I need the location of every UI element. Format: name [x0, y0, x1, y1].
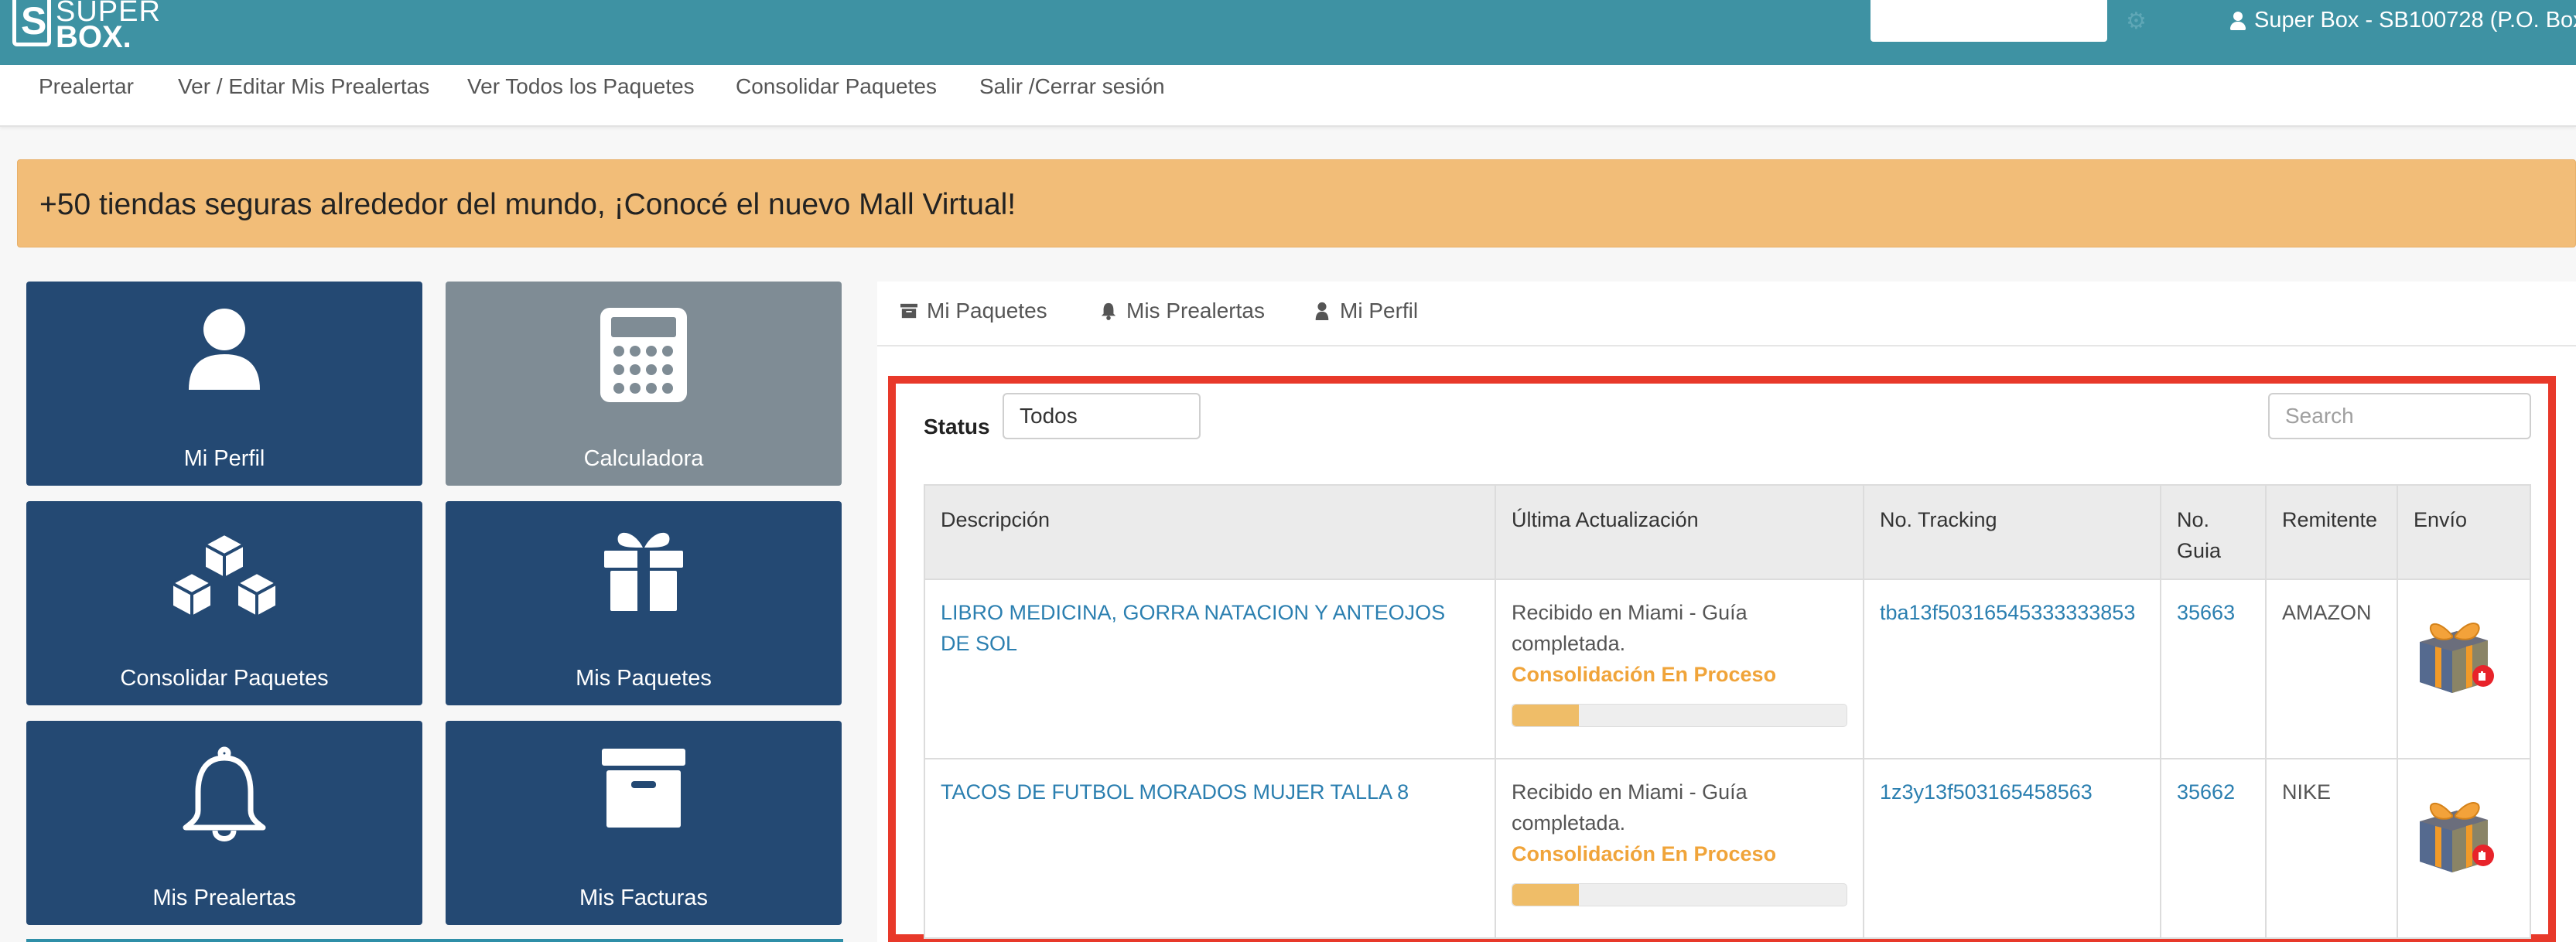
nav-todos-paquetes[interactable]: Ver Todos los Paquetes: [467, 74, 695, 99]
superbox-logo[interactable]: S SUPER BOX.: [12, 0, 160, 54]
calculator-icon: [600, 308, 687, 402]
tile-mis-facturas[interactable]: Mis Facturas: [446, 721, 842, 925]
tab-label: Mi Paquetes: [927, 299, 1047, 323]
col-guia[interactable]: No. Guia: [2160, 484, 2267, 580]
bell-icon: [183, 746, 266, 841]
progress-fill: [1512, 705, 1580, 726]
table-row: TACOS DE FUTBOL MORADOS MUJER TALLA 8 Re…: [924, 758, 2531, 939]
remitente-text: NIKE: [2282, 780, 2332, 804]
tile-label: Consolidar Paquetes: [120, 666, 329, 691]
status-text: Consolidación En Proceso: [1512, 663, 1777, 686]
package-description-link[interactable]: LIBRO MEDICINA, GORRA NATACION Y ANTEOJO…: [941, 601, 1445, 655]
package-description-link[interactable]: TACOS DE FUTBOL MORADOS MUJER TALLA 8: [941, 780, 1409, 804]
remitente-text: AMAZON: [2282, 601, 2372, 624]
col-ultima-actualizacion[interactable]: Última Actualización: [1495, 484, 1864, 580]
user-account-label: Super Box - SB100728 (P.O. Box): [2254, 8, 2576, 32]
tab-mi-paquetes[interactable]: Mi Paquetes: [900, 299, 1047, 323]
nav-cerrar-sesion[interactable]: Salir /Cerrar sesión: [979, 74, 1165, 99]
update-text: Recibido en Miami - Guía completada.: [1512, 601, 1748, 655]
packages-table: Descripción Última Actualización No. Tra…: [924, 484, 2531, 939]
table-header-row: Descripción Última Actualización No. Tra…: [924, 484, 2531, 580]
header-search-input[interactable]: [1871, 0, 2107, 42]
guia-link[interactable]: 35662: [2177, 780, 2235, 804]
tile-label: Mis Paquetes: [576, 666, 712, 691]
tile-label: Mi Perfil: [183, 446, 265, 471]
gift-icon: [604, 532, 683, 613]
archive-icon: [900, 303, 917, 319]
gift-box-icon[interactable]: [2414, 781, 2494, 874]
table-search-input[interactable]: [2268, 393, 2531, 439]
status-label: Status: [924, 415, 990, 439]
cubes-icon: [170, 532, 278, 619]
tile-partial-next-row: [26, 939, 843, 942]
tile-label: Calculadora: [583, 446, 704, 471]
update-text: Recibido en Miami - Guía completada.: [1512, 780, 1748, 834]
status-select[interactable]: Todos: [1003, 393, 1201, 439]
progress-fill: [1512, 884, 1580, 906]
nav-consolidar-paquetes[interactable]: Consolidar Paquetes: [736, 74, 937, 99]
logo-mark: S: [12, 0, 51, 46]
col-envio[interactable]: Envío: [2397, 484, 2531, 580]
top-header: S SUPER BOX. ⚙ Super Box - SB100728 (P.O…: [0, 0, 2576, 65]
tile-label: Mis Prealertas: [152, 886, 296, 910]
archive-icon: [602, 749, 685, 828]
panel-tabs: Mi Paquetes Mis Prealertas Mi Perfil: [877, 282, 2576, 346]
tile-label: Mis Facturas: [579, 886, 708, 910]
progress-bar: [1512, 883, 1847, 906]
promo-banner-text: +50 tiendas seguras alrededor del mundo,…: [39, 188, 1016, 221]
tab-mi-perfil[interactable]: Mi Perfil: [1314, 299, 1418, 323]
bell-icon: [1101, 302, 1116, 320]
tab-mis-prealertas[interactable]: Mis Prealertas: [1100, 299, 1265, 323]
col-descripcion[interactable]: Descripción: [924, 484, 1496, 580]
tracking-link[interactable]: 1z3y13f503165458563: [1880, 780, 2093, 804]
user-icon: [189, 309, 260, 390]
user-icon: [2229, 11, 2246, 30]
gift-box-icon[interactable]: [2414, 602, 2494, 695]
user-account-menu[interactable]: Super Box - SB100728 (P.O. Box): [2229, 8, 2576, 33]
tile-mis-prealertas[interactable]: Mis Prealertas: [26, 721, 422, 925]
tile-calculadora[interactable]: Calculadora: [446, 282, 842, 486]
promo-banner[interactable]: +50 tiendas seguras alrededor del mundo,…: [17, 159, 2576, 247]
status-text: Consolidación En Proceso: [1512, 842, 1777, 865]
tab-label: Mis Prealertas: [1126, 299, 1265, 323]
tile-mi-perfil[interactable]: Mi Perfil: [26, 282, 422, 486]
main-nav: Prealertar Ver / Editar Mis Prealertas V…: [0, 65, 2576, 127]
guia-link[interactable]: 35663: [2177, 601, 2235, 624]
table-row: LIBRO MEDICINA, GORRA NATACION Y ANTEOJO…: [924, 579, 2531, 759]
gear-icon[interactable]: ⚙: [2126, 10, 2147, 33]
tile-mis-paquetes[interactable]: Mis Paquetes: [446, 501, 842, 705]
user-icon: [1315, 302, 1329, 320]
tile-consolidar-paquetes[interactable]: Consolidar Paquetes: [26, 501, 422, 705]
progress-bar: [1512, 704, 1847, 727]
nav-prealertar[interactable]: Prealertar: [39, 74, 134, 99]
logo-box-text: BOX.: [56, 20, 132, 54]
col-remitente[interactable]: Remitente: [2265, 484, 2398, 580]
tracking-link[interactable]: tba13f50316545333333853: [1880, 601, 2135, 624]
nav-editar-prealertas[interactable]: Ver / Editar Mis Prealertas: [178, 74, 429, 99]
col-tracking[interactable]: No. Tracking: [1863, 484, 2161, 580]
tab-label: Mi Perfil: [1340, 299, 1419, 323]
